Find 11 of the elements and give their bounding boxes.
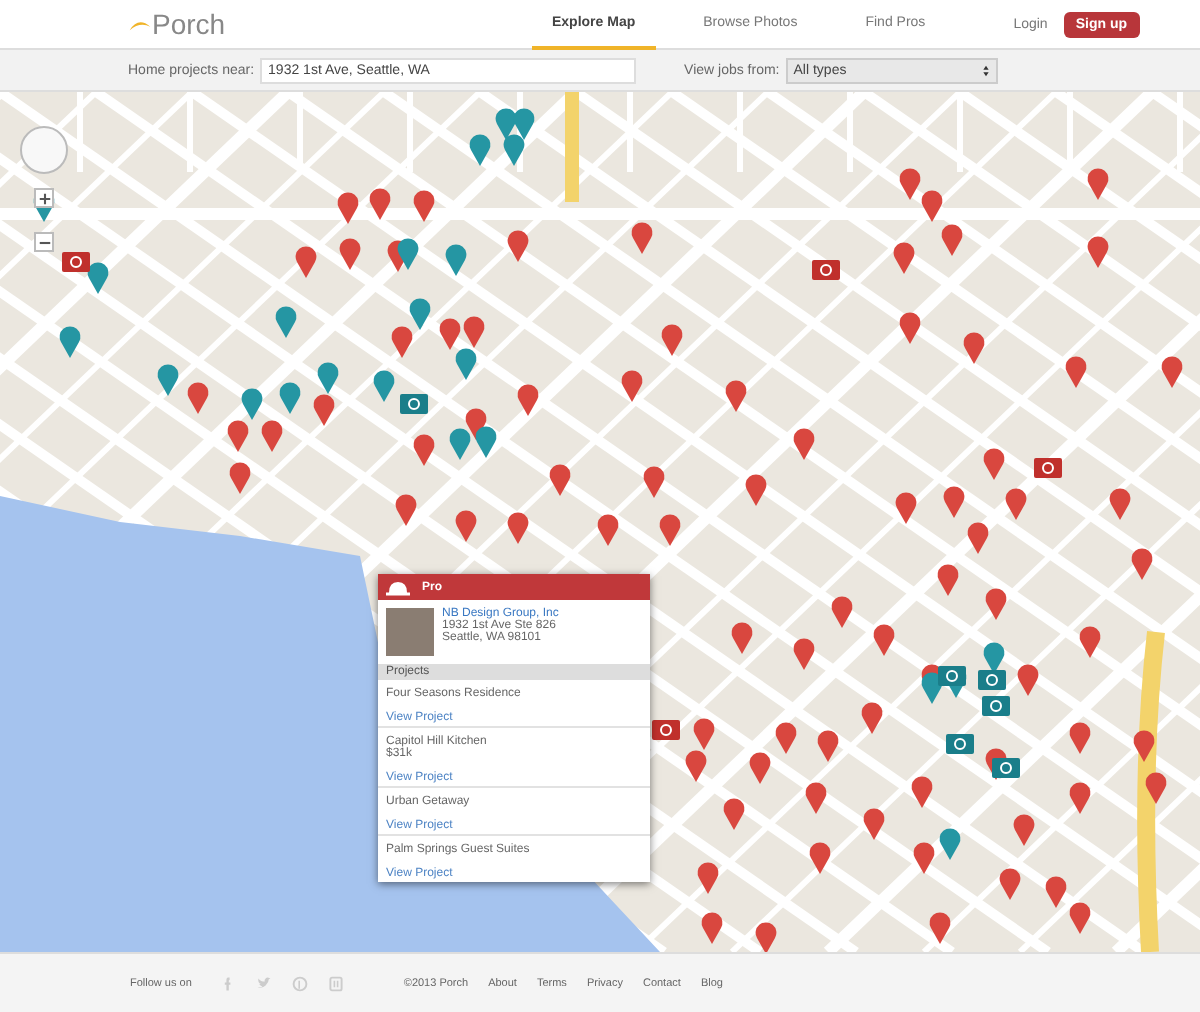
square-logo-icon[interactable]: [327, 975, 344, 991]
hard-hat-icon: [386, 579, 410, 595]
zoom-in-button[interactable]: [34, 188, 54, 208]
bird-icon[interactable]: [255, 975, 272, 991]
facebook-icon[interactable]: [219, 975, 236, 991]
plus-icon: [37, 191, 51, 205]
logo[interactable]: Porch: [128, 8, 532, 40]
map-drawing[interactable]: [0, 92, 1200, 952]
avatar-placeholder: [386, 608, 434, 656]
zoom-out-button[interactable]: [34, 232, 54, 252]
up-down-arrows-icon: [981, 63, 990, 77]
